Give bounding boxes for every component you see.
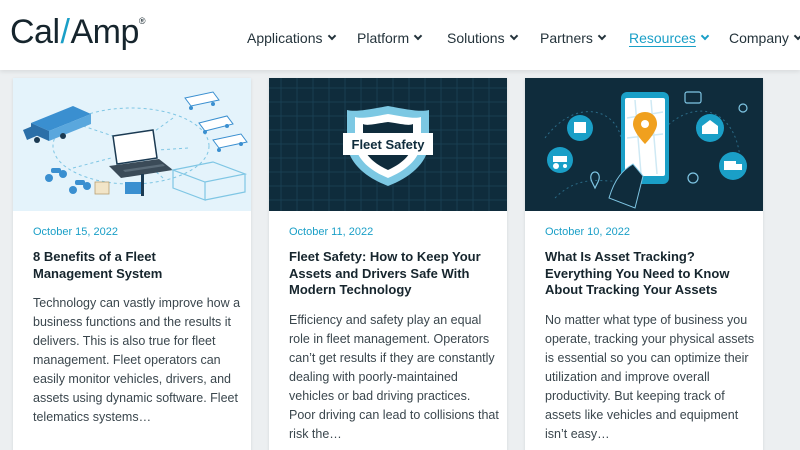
article-card-fleet-management[interactable]: October 15, 2022 8 Benefits of a Fleet M… bbox=[13, 78, 251, 450]
article-card-fleet-safety[interactable]: Fleet Safety October 11, 2022 Fleet Safe… bbox=[269, 78, 507, 450]
nav-label: Applications bbox=[247, 30, 323, 46]
badge-text: Fleet Safety bbox=[352, 137, 426, 152]
asset-tracking-illustration[interactable] bbox=[525, 78, 763, 211]
article-title[interactable]: Fleet Safety: How to Keep Your Assets an… bbox=[289, 249, 494, 299]
article-date: October 15, 2022 bbox=[33, 226, 119, 238]
nav-label: Platform bbox=[357, 30, 410, 46]
main-nav: Applications Platform Solutions Partners… bbox=[0, 30, 800, 50]
forklift-icon bbox=[94, 174, 144, 196]
fleet-safety-image: Fleet Safety bbox=[269, 78, 507, 211]
fleet-management-illustration[interactable] bbox=[13, 78, 251, 211]
nav-item-platform[interactable]: Platform bbox=[357, 30, 423, 46]
chevron-down-icon bbox=[597, 31, 607, 41]
nav-label: Resources bbox=[629, 30, 696, 46]
chevron-down-icon bbox=[509, 31, 518, 41]
nav-item-applications[interactable]: Applications bbox=[247, 30, 336, 46]
article-excerpt: Technology can vastly improve how a busi… bbox=[33, 296, 241, 424]
article-date: October 11, 2022 bbox=[289, 226, 374, 238]
truck-icon bbox=[23, 106, 91, 143]
article-card-asset-tracking[interactable]: October 10, 2022 What Is Asset Tracking?… bbox=[525, 78, 763, 450]
nav-label: Company bbox=[729, 30, 789, 46]
article-title[interactable]: 8 Benefits of a Fleet Management System bbox=[33, 249, 238, 282]
nav-item-solutions[interactable]: Solutions bbox=[447, 30, 518, 46]
shipping-container-icon bbox=[170, 161, 248, 201]
article-title[interactable]: What Is Asset Tracking? Everything You N… bbox=[545, 249, 750, 299]
asset-tracking-image bbox=[544, 91, 748, 209]
nav-item-resources[interactable]: Resources bbox=[629, 30, 710, 46]
site-header: Cal / Amp ® Applications Platform Solutions… bbox=[0, 0, 800, 70]
gear-icon bbox=[687, 172, 699, 184]
article-excerpt: No matter what type of business you oper… bbox=[545, 313, 755, 441]
article-excerpt: Efficiency and safety play an equal role… bbox=[289, 313, 499, 441]
chat-bubble-icon bbox=[684, 91, 702, 104]
nav-label: Solutions bbox=[447, 30, 505, 46]
chevron-down-icon bbox=[793, 31, 800, 41]
article-date: October 10, 2022 bbox=[545, 226, 631, 238]
fleet-safety-illustration[interactable]: Fleet Safety bbox=[269, 78, 507, 211]
nav-item-partners[interactable]: Partners bbox=[540, 30, 607, 46]
laptop-icon bbox=[109, 129, 173, 178]
chevron-down-icon bbox=[700, 31, 710, 41]
nav-item-company[interactable]: Company bbox=[729, 30, 800, 46]
chevron-down-icon bbox=[327, 31, 336, 41]
nav-label: Partners bbox=[540, 30, 593, 46]
logo-trademark: ® bbox=[138, 16, 146, 26]
motorbike-icon bbox=[45, 168, 91, 194]
signal-icon bbox=[738, 103, 748, 113]
map-pin-outline-icon bbox=[590, 171, 600, 190]
chevron-down-icon bbox=[413, 31, 423, 41]
fleet-network-image bbox=[23, 91, 248, 201]
